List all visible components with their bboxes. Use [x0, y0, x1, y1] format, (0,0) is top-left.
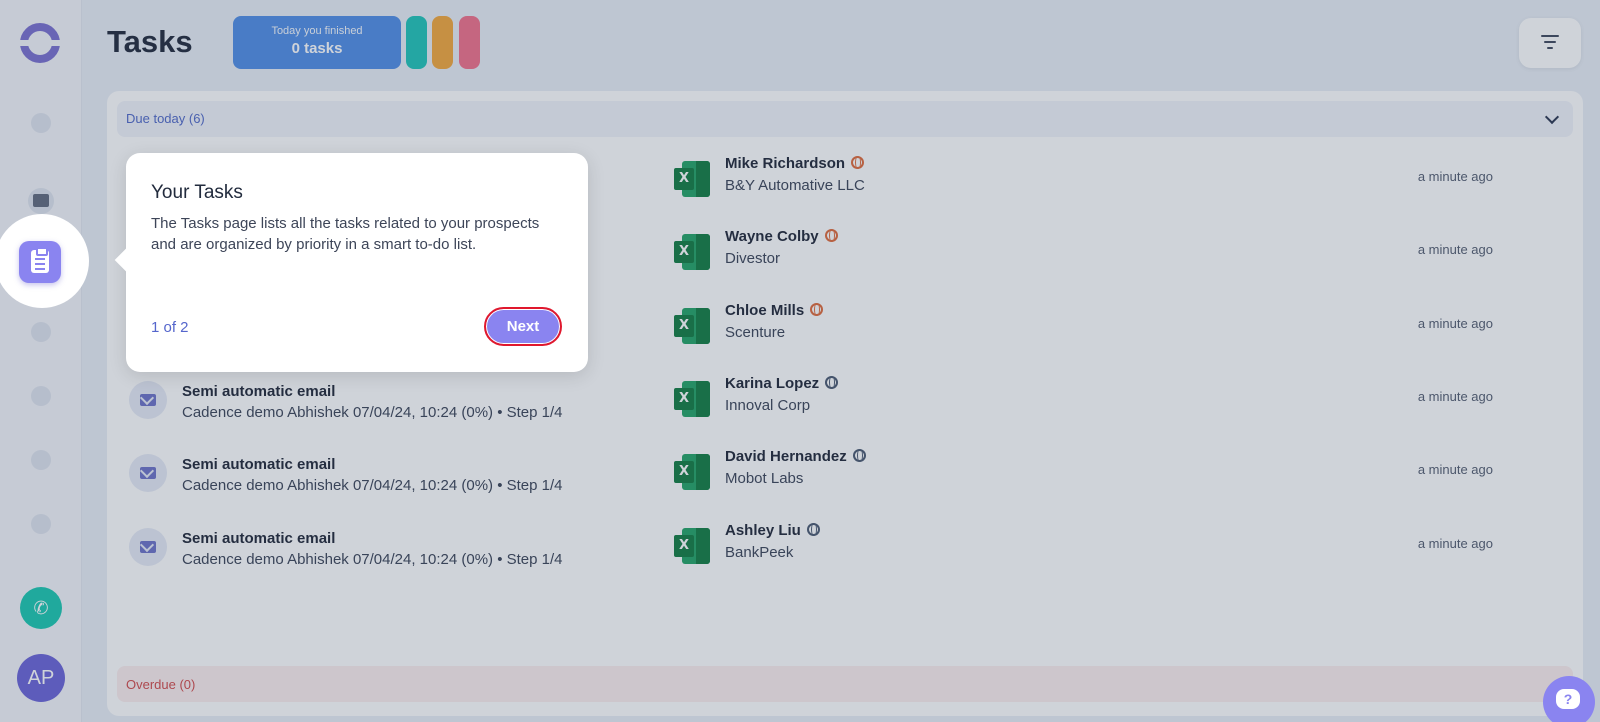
globe-icon: [852, 449, 866, 462]
filter-button[interactable]: [1519, 18, 1581, 68]
task-time: a minute ago: [1417, 169, 1493, 184]
sidebar-item-4[interactable]: [31, 322, 51, 342]
globe-icon: [824, 229, 838, 242]
tasks-nav-icon[interactable]: [19, 241, 61, 283]
briefcase-icon[interactable]: [28, 188, 54, 214]
sidebar-item-5[interactable]: [31, 386, 51, 406]
task-title[interactable]: Semi automatic email: [182, 383, 335, 400]
orange-filter-pill[interactable]: [432, 16, 453, 69]
overdue-label: Overdue (0): [126, 677, 196, 692]
excel-icon: X: [674, 381, 710, 417]
due-today-header[interactable]: Due today (6): [117, 101, 1573, 137]
excel-icon: X: [674, 528, 710, 564]
tour-body: The Tasks page lists all the tasks relat…: [151, 215, 540, 253]
chevron-down-icon[interactable]: [1544, 109, 1560, 125]
company-name: Innoval Corp: [725, 397, 811, 414]
help-chat-icon: ?: [1556, 689, 1580, 709]
globe-icon: [851, 156, 865, 169]
tour-title: Your Tasks: [151, 182, 243, 203]
contact-name[interactable]: Mike Richardson: [725, 155, 865, 172]
sidebar: ✆ AP: [0, 0, 82, 722]
task-time: a minute ago: [1417, 242, 1493, 257]
excel-icon: X: [674, 234, 710, 270]
sidebar-item-1[interactable]: [31, 113, 51, 133]
company-name: B&Y Automative LLC: [725, 177, 865, 194]
globe-icon: [806, 523, 820, 536]
finished-count: 0 tasks: [291, 40, 343, 57]
task-cadence: Cadence demo Abhishek 07/04/24, 10:24 (0…: [182, 477, 563, 494]
task-time: a minute ago: [1417, 316, 1493, 331]
globe-icon: [825, 376, 839, 389]
teal-filter-pill[interactable]: [406, 16, 427, 69]
task-row[interactable]: Semi automatic email Cadence demo Abhish…: [117, 518, 1573, 578]
company-name: Scenture: [725, 324, 786, 341]
task-time: a minute ago: [1417, 536, 1493, 551]
task-title[interactable]: Semi automatic email: [182, 456, 335, 473]
email-icon: [129, 528, 167, 566]
help-chat-button[interactable]: ?: [1543, 676, 1595, 722]
task-row[interactable]: Semi automatic email Cadence demo Abhish…: [117, 371, 1573, 431]
task-time: a minute ago: [1417, 389, 1493, 404]
excel-icon: X: [674, 161, 710, 197]
task-row[interactable]: Semi automatic email Cadence demo Abhish…: [117, 444, 1573, 504]
pink-filter-pill[interactable]: [459, 16, 480, 69]
phone-icon[interactable]: ✆: [20, 587, 62, 629]
contact-name[interactable]: Wayne Colby: [725, 228, 838, 245]
avatar[interactable]: AP: [17, 654, 65, 702]
due-today-label: Due today (6): [126, 111, 205, 126]
company-name: BankPeek: [725, 544, 794, 561]
email-icon: [129, 454, 167, 492]
overdue-header[interactable]: Overdue (0): [117, 666, 1573, 702]
tour-tooltip: Your Tasks The Tasks page lists all the …: [126, 153, 588, 372]
app-logo[interactable]: [19, 23, 61, 63]
sidebar-item-6[interactable]: [31, 450, 51, 470]
company-name: Divestor: [725, 250, 781, 267]
task-time: a minute ago: [1417, 462, 1493, 477]
page-title: Tasks: [107, 24, 193, 59]
finished-tasks-counter[interactable]: Today you finished 0 tasks: [233, 16, 401, 69]
tour-step-indicator: 1 of 2: [151, 319, 189, 336]
contact-name[interactable]: Karina Lopez: [725, 375, 839, 392]
task-cadence: Cadence demo Abhishek 07/04/24, 10:24 (0…: [182, 551, 563, 568]
excel-icon: X: [674, 454, 710, 490]
next-button[interactable]: Next: [484, 307, 562, 346]
task-title[interactable]: Semi automatic email: [182, 530, 335, 547]
excel-icon: X: [674, 308, 710, 344]
globe-icon: [810, 303, 824, 316]
sidebar-item-7[interactable]: [31, 514, 51, 534]
email-icon: [129, 381, 167, 419]
finished-label: Today you finished: [271, 25, 363, 37]
company-name: Mobot Labs: [725, 470, 804, 487]
task-cadence: Cadence demo Abhishek 07/04/24, 10:24 (0…: [182, 404, 563, 421]
contact-name[interactable]: Chloe Mills: [725, 302, 824, 319]
contact-name[interactable]: David Hernandez: [725, 448, 866, 465]
contact-name[interactable]: Ashley Liu: [725, 522, 820, 539]
